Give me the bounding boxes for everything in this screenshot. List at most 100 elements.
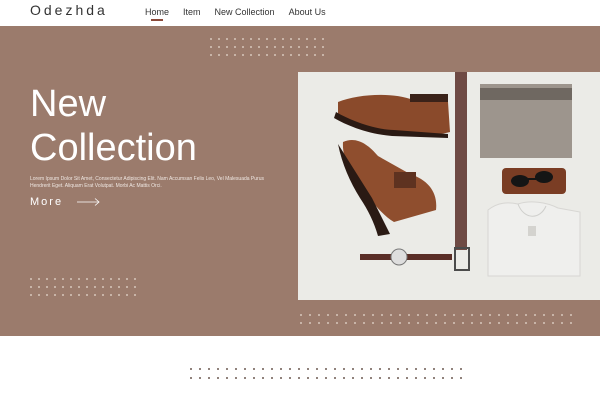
decorative-dot <box>226 54 228 56</box>
decorative-dot <box>322 46 324 48</box>
decorative-dot <box>218 46 220 48</box>
decorative-dot <box>543 322 545 324</box>
trousers <box>480 84 572 158</box>
nav-home[interactable]: Home <box>145 7 169 21</box>
decorative-dot <box>306 54 308 56</box>
decorative-dot <box>327 314 329 316</box>
more-link[interactable]: More <box>30 196 101 208</box>
decorative-dot <box>336 314 338 316</box>
decorative-dot <box>480 322 482 324</box>
main-nav: Home Item New Collection About Us <box>145 7 326 21</box>
decorative-dot <box>307 368 309 370</box>
decorative-dot <box>417 314 419 316</box>
decorative-dot <box>46 294 48 296</box>
decorative-dot <box>507 322 509 324</box>
decorative-dot <box>70 278 72 280</box>
nav-about-us[interactable]: About Us <box>289 7 326 17</box>
decorative-dot <box>258 54 260 56</box>
decorative-dot <box>190 368 192 370</box>
decorative-dot <box>30 278 32 280</box>
decorative-dot <box>424 368 426 370</box>
decorative-dot <box>54 278 56 280</box>
decorative-dot <box>561 314 563 316</box>
decorative-dot <box>134 278 136 280</box>
decorative-dot <box>534 322 536 324</box>
decorative-dot <box>306 38 308 40</box>
decorative-dot <box>314 38 316 40</box>
decorative-dot <box>298 54 300 56</box>
site-logo[interactable]: Odezhda <box>30 2 108 18</box>
decorative-dot <box>86 294 88 296</box>
decorative-dot <box>300 314 302 316</box>
decorative-dot <box>290 38 292 40</box>
decorative-dot <box>354 314 356 316</box>
decorative-dot <box>534 314 536 316</box>
decorative-dot <box>417 322 419 324</box>
decorative-dot <box>244 377 246 379</box>
nav-item[interactable]: Item <box>183 7 201 17</box>
decorative-dot <box>94 286 96 288</box>
decorative-dot <box>62 294 64 296</box>
decorative-dot <box>118 286 120 288</box>
decorative-dot <box>345 322 347 324</box>
decorative-dot <box>552 314 554 316</box>
decorative-dot <box>363 314 365 316</box>
arrow-right-icon <box>77 198 100 206</box>
decorative-dots-bottom <box>190 368 462 379</box>
decorative-dot <box>242 38 244 40</box>
decorative-dot <box>199 368 201 370</box>
decorative-dot <box>199 377 201 379</box>
nav-new-collection[interactable]: New Collection <box>215 7 275 17</box>
decorative-dot <box>208 377 210 379</box>
decorative-dot <box>426 314 428 316</box>
decorative-dot <box>78 286 80 288</box>
decorative-dot <box>262 368 264 370</box>
decorative-dot <box>516 322 518 324</box>
decorative-dot <box>218 38 220 40</box>
decorative-dot <box>38 278 40 280</box>
decorative-dot <box>379 377 381 379</box>
decorative-dot <box>388 377 390 379</box>
decorative-dot <box>78 294 80 296</box>
decorative-dot <box>489 322 491 324</box>
decorative-dot <box>300 322 302 324</box>
decorative-dot <box>298 38 300 40</box>
decorative-dot <box>274 54 276 56</box>
decorative-dot <box>46 286 48 288</box>
decorative-dot <box>345 314 347 316</box>
decorative-dot <box>289 377 291 379</box>
decorative-dot <box>94 294 96 296</box>
decorative-dot <box>327 322 329 324</box>
decorative-dot <box>290 46 292 48</box>
decorative-dot <box>126 278 128 280</box>
decorative-dot <box>516 314 518 316</box>
decorative-dot <box>561 322 563 324</box>
decorative-dot <box>343 368 345 370</box>
decorative-dot <box>208 368 210 370</box>
decorative-dot <box>388 368 390 370</box>
decorative-dot <box>426 322 428 324</box>
decorative-dot <box>453 322 455 324</box>
decorative-dot <box>424 377 426 379</box>
decorative-dot <box>390 322 392 324</box>
decorative-dot <box>62 286 64 288</box>
decorative-dot <box>381 314 383 316</box>
decorative-dot <box>226 38 228 40</box>
hero-description: Lorem Ipsum Dolor Sit Amet, Consectetur … <box>30 176 264 189</box>
decorative-dot <box>242 54 244 56</box>
sunglasses-case <box>502 168 566 194</box>
decorative-dot <box>352 368 354 370</box>
decorative-dot <box>570 322 572 324</box>
decorative-dot <box>289 368 291 370</box>
decorative-dot <box>78 278 80 280</box>
decorative-dot <box>343 377 345 379</box>
decorative-dot <box>397 368 399 370</box>
decorative-dot <box>274 46 276 48</box>
decorative-dot <box>453 314 455 316</box>
decorative-dot <box>258 38 260 40</box>
decorative-dot <box>361 368 363 370</box>
decorative-dot <box>250 38 252 40</box>
decorative-dot <box>234 46 236 48</box>
decorative-dot <box>435 314 437 316</box>
decorative-dots-left <box>30 278 136 296</box>
